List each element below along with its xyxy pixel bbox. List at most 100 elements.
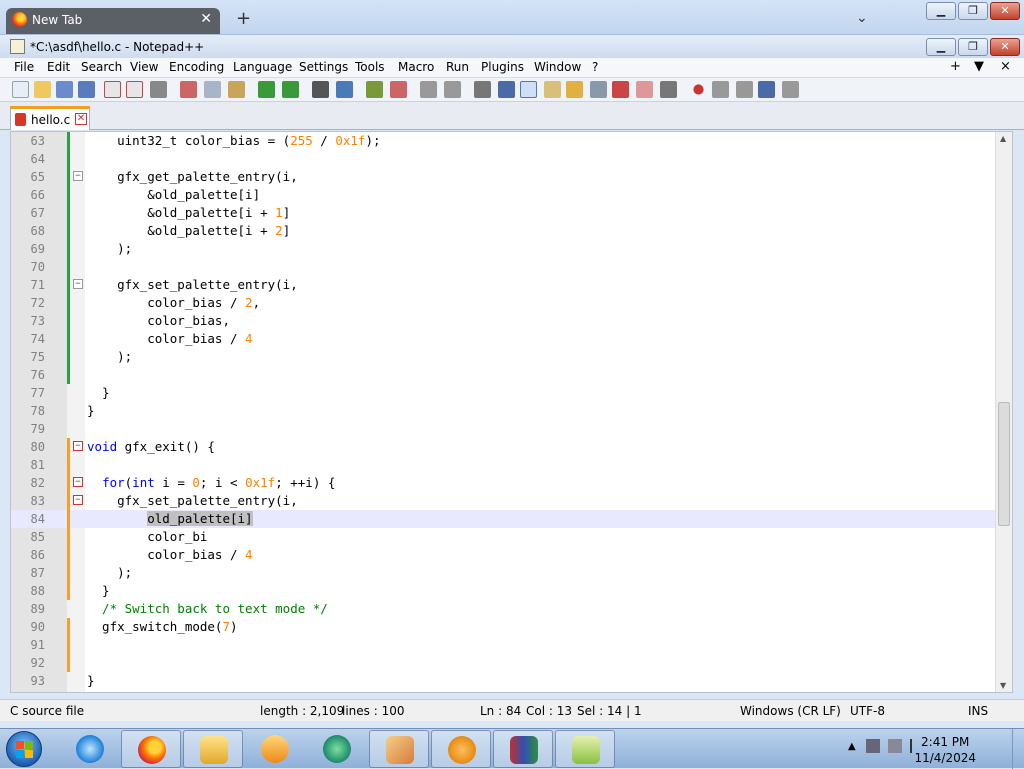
menu-dropdown-icon[interactable]: ▼ [974,59,984,74]
folder-workspace-icon[interactable] [636,81,653,98]
fold-toggle-icon[interactable]: − [73,441,83,451]
code-line[interactable]: 76 [11,366,997,384]
print-icon[interactable] [150,81,167,98]
menu-plugins[interactable]: Plugins [481,60,524,74]
code-line[interactable]: 86 color_bias / 4 [11,546,997,564]
browser-tab[interactable]: New Tab ✕ [6,8,220,34]
close-tab-icon[interactable]: ✕ [200,11,212,27]
code-line[interactable]: 72 color_bias / 2, [11,294,997,312]
show-desktop-button[interactable] [1012,729,1024,769]
doc-list-icon[interactable] [590,81,607,98]
open-file-icon[interactable] [34,81,51,98]
tab-hello-c[interactable]: hello.c ✕ [10,106,90,130]
menu-settings[interactable]: Settings [299,60,348,74]
indent-guide-icon[interactable] [520,81,537,98]
zoom-out-icon[interactable] [390,81,407,98]
stop-macro-icon[interactable] [712,81,729,98]
code-line[interactable]: 68 &old_palette[i + 2] [11,222,997,240]
menu-file[interactable]: File [14,60,34,74]
code-line[interactable]: 88 } [11,582,997,600]
code-line[interactable]: 91 [11,636,997,654]
volume-muted-icon[interactable] [888,739,902,753]
menu-help[interactable]: ? [592,60,598,74]
code-line[interactable]: 78} [11,402,997,420]
code-line[interactable]: 73 color_bias, [11,312,997,330]
sync-horizontal-icon[interactable] [444,81,461,98]
code-line[interactable]: 66 &old_palette[i] [11,186,997,204]
minimize-button[interactable]: ▁ [926,2,956,20]
code-line[interactable]: 92 [11,654,997,672]
code-line[interactable]: 90 gfx_switch_mode(7) [11,618,997,636]
save-all-icon[interactable] [78,81,95,98]
code-area[interactable]: 63 uint32_t color_bias = (255 / 0x1f); 64… [11,132,997,692]
taskbar-ie[interactable] [60,730,120,768]
replace-icon[interactable] [336,81,353,98]
menu-search[interactable]: Search [81,60,122,74]
menu-close-doc-icon[interactable]: × [1000,59,1011,74]
scroll-down-icon[interactable]: ▼ [1000,681,1006,690]
code-line[interactable]: 75 ); [11,348,997,366]
code-line[interactable]: 70 [11,258,997,276]
cut-icon[interactable] [180,81,197,98]
menu-view[interactable]: View [130,60,158,74]
code-editor[interactable]: 63 uint32_t color_bias = (255 / 0x1f); 64… [10,131,1013,693]
menu-edit[interactable]: Edit [47,60,70,74]
taskbar-messenger[interactable] [307,730,367,768]
code-line[interactable]: 64 [11,150,997,168]
code-line[interactable]: 87 ); [11,564,997,582]
doc-map-icon[interactable] [566,81,583,98]
taskbar-explorer[interactable] [183,730,243,768]
menu-language[interactable]: Language [233,60,292,74]
taskbar-paint[interactable] [369,730,429,768]
find-icon[interactable] [312,81,329,98]
npp-minimize-button[interactable]: ▁ [926,38,956,56]
npp-restore-button[interactable]: ❐ [958,38,988,56]
zoom-in-icon[interactable] [366,81,383,98]
close-button[interactable]: ✕ [990,2,1020,20]
sync-vertical-icon[interactable] [420,81,437,98]
code-line[interactable]: 84 old_palette[i] [11,510,997,528]
paste-icon[interactable] [228,81,245,98]
taskbar-winrar[interactable] [493,730,553,768]
clock[interactable]: 2:41 PM 11/4/2024 [914,734,976,766]
save-macro-icon[interactable] [782,81,799,98]
code-line[interactable]: 74 color_bias / 4 [11,330,997,348]
save-icon[interactable] [56,81,73,98]
fold-toggle-icon[interactable]: − [73,279,83,289]
taskbar-media-player[interactable] [245,730,305,768]
fold-toggle-icon[interactable]: − [73,171,83,181]
monitoring-icon[interactable] [660,81,677,98]
code-line[interactable]: 79 [11,420,997,438]
scrollbar-thumb[interactable] [998,402,1010,526]
copy-icon[interactable] [204,81,221,98]
tray-expand-icon[interactable]: ▲ [848,741,856,752]
code-line[interactable]: 71 − gfx_set_palette_entry(i, [11,276,997,294]
code-line[interactable]: 65 − gfx_get_palette_entry(i, [11,168,997,186]
record-macro-icon[interactable] [693,84,704,95]
plus-icon[interactable]: + [236,8,251,29]
menu-window[interactable]: Window [534,60,581,74]
npp-close-button[interactable]: ✕ [990,38,1020,56]
menu-encoding[interactable]: Encoding [169,60,224,74]
menu-run[interactable]: Run [446,60,469,74]
code-line[interactable]: 80 − void gfx_exit() { [11,438,997,456]
redo-icon[interactable] [282,81,299,98]
close-all-icon[interactable] [126,81,143,98]
start-button[interactable] [6,731,42,767]
scroll-up-icon[interactable]: ▲ [1000,134,1006,143]
menu-macro[interactable]: Macro [398,60,434,74]
network-icon[interactable] [866,739,880,753]
close-tab-icon[interactable]: ✕ [75,113,87,125]
run-macro-multiple-icon[interactable] [758,81,775,98]
code-line[interactable]: 67 &old_palette[i + 1] [11,204,997,222]
show-all-chars-icon[interactable] [498,81,515,98]
code-line[interactable]: 93} [11,672,997,690]
udl-icon[interactable] [544,81,561,98]
code-line[interactable]: 85 color_bi [11,528,997,546]
restore-button[interactable]: ❐ [958,2,988,20]
code-line[interactable]: 82 − for(int i = 0; i < 0x1f; ++i) { [11,474,997,492]
play-macro-icon[interactable] [736,81,753,98]
code-line[interactable]: 77 } [11,384,997,402]
taskbar-scratch[interactable] [431,730,491,768]
vertical-scrollbar[interactable]: ▲ ▼ [995,132,1012,692]
